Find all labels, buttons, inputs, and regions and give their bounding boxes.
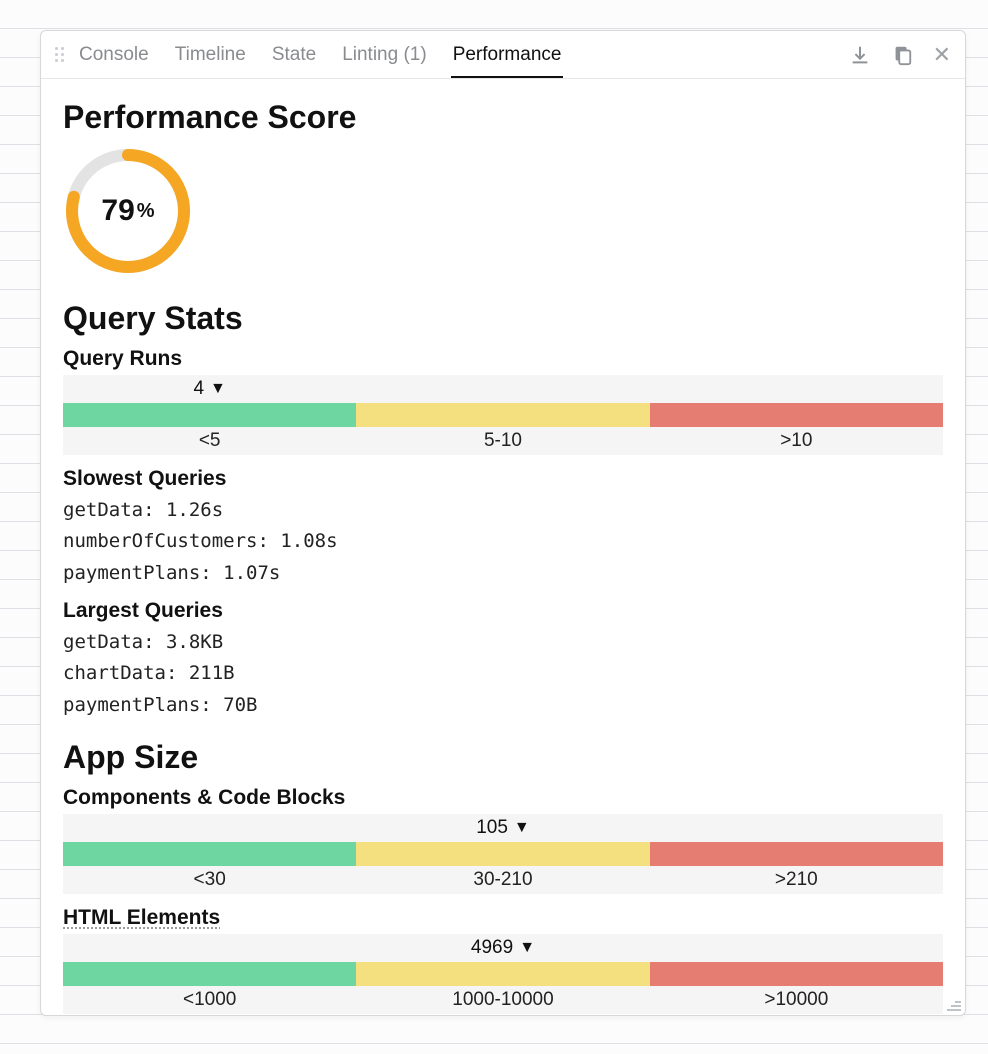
components-marker: 105▼ bbox=[476, 817, 530, 839]
panel-header: Console Timeline State Linting (1) Perfo… bbox=[41, 31, 965, 79]
header-actions: ✕ bbox=[849, 44, 951, 66]
query-runs-block: Query Runs 4▼ <5 5-10 >10 bbox=[63, 347, 943, 455]
resize-handle-icon[interactable] bbox=[945, 995, 961, 1011]
tab-linting[interactable]: Linting (1) bbox=[340, 32, 429, 78]
list-item: getData: 3.8KB bbox=[63, 627, 943, 658]
range-segment-green bbox=[63, 842, 356, 866]
components-title: Components & Code Blocks bbox=[63, 786, 943, 810]
range-label: >10 bbox=[650, 427, 943, 455]
html-elements-range: 4969▼ <1000 1000-10000 >10000 bbox=[63, 934, 943, 1014]
drag-handle-icon[interactable] bbox=[55, 44, 69, 66]
range-segment-red bbox=[650, 403, 943, 427]
query-stats-title: Query Stats bbox=[63, 300, 943, 337]
query-runs-range: 4▼ <5 5-10 >10 bbox=[63, 375, 943, 455]
largest-queries-list: getData: 3.8KB chartData: 211B paymentPl… bbox=[63, 627, 943, 721]
range-label: 1000-10000 bbox=[356, 986, 649, 1014]
slowest-queries-list: getData: 1.26s numberOfCustomers: 1.08s … bbox=[63, 495, 943, 589]
range-label: <1000 bbox=[63, 986, 356, 1014]
tab-timeline[interactable]: Timeline bbox=[173, 32, 248, 78]
performance-score-title: Performance Score bbox=[63, 99, 943, 136]
range-label: 30-210 bbox=[356, 866, 649, 894]
range-segment-yellow bbox=[356, 962, 649, 986]
list-item: getData: 1.26s bbox=[63, 495, 943, 526]
range-label: 5-10 bbox=[356, 427, 649, 455]
html-elements-title[interactable]: HTML Elements bbox=[63, 906, 943, 930]
range-label: >10000 bbox=[650, 986, 943, 1014]
tab-performance[interactable]: Performance bbox=[451, 32, 564, 78]
score-value: 79 bbox=[101, 194, 134, 228]
panel-body: Performance Score 79% Query Stats Query … bbox=[41, 79, 965, 1015]
list-item: paymentPlans: 70B bbox=[63, 690, 943, 721]
range-label: >210 bbox=[650, 866, 943, 894]
app-size-title: App Size bbox=[63, 739, 943, 776]
html-elements-marker: 4969▼ bbox=[471, 937, 535, 959]
components-range: 105▼ <30 30-210 >210 bbox=[63, 814, 943, 894]
download-icon[interactable] bbox=[849, 44, 871, 66]
range-label: <5 bbox=[63, 427, 356, 455]
list-item: numberOfCustomers: 1.08s bbox=[63, 526, 943, 557]
list-item: chartData: 211B bbox=[63, 658, 943, 689]
range-segment-yellow bbox=[356, 842, 649, 866]
range-label: <30 bbox=[63, 866, 356, 894]
range-segment-green bbox=[63, 962, 356, 986]
components-block: Components & Code Blocks 105▼ <30 30-210… bbox=[63, 786, 943, 894]
tab-state[interactable]: State bbox=[270, 32, 318, 78]
query-runs-marker: 4▼ bbox=[193, 378, 225, 400]
largest-queries-title: Largest Queries bbox=[63, 599, 943, 623]
score-ring: 79% bbox=[63, 146, 943, 276]
tab-console[interactable]: Console bbox=[77, 32, 151, 78]
query-runs-title: Query Runs bbox=[63, 347, 943, 371]
tab-bar: Console Timeline State Linting (1) Perfo… bbox=[77, 31, 563, 78]
range-segment-green bbox=[63, 403, 356, 427]
debug-panel: Console Timeline State Linting (1) Perfo… bbox=[40, 30, 966, 1016]
range-segment-yellow bbox=[356, 403, 649, 427]
html-elements-block: HTML Elements 4969▼ <1000 1000-10000 >10… bbox=[63, 906, 943, 1014]
range-segment-red bbox=[650, 842, 943, 866]
list-item: paymentPlans: 1.07s bbox=[63, 558, 943, 589]
copy-icon[interactable] bbox=[891, 44, 913, 66]
close-icon[interactable]: ✕ bbox=[933, 44, 951, 66]
slowest-queries-title: Slowest Queries bbox=[63, 467, 943, 491]
score-percent-symbol: % bbox=[137, 200, 155, 223]
range-segment-red bbox=[650, 962, 943, 986]
